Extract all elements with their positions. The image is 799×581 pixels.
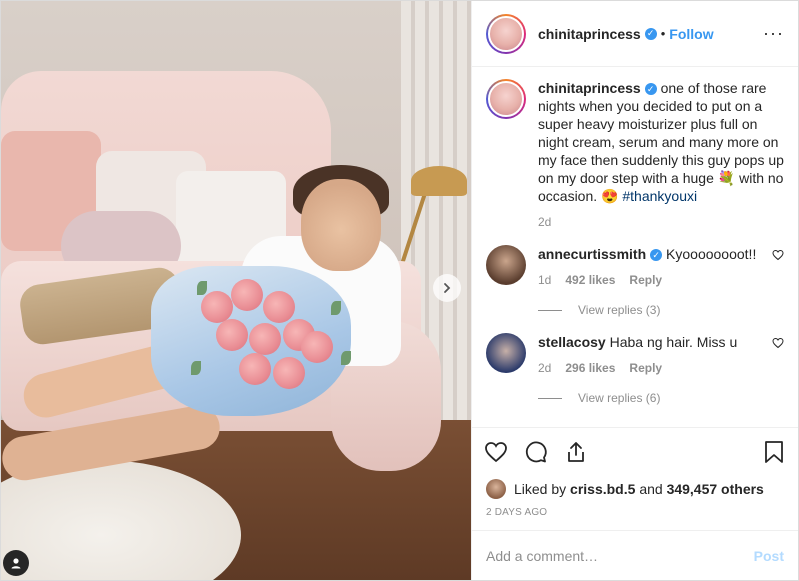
like-button[interactable] — [482, 438, 510, 466]
bouquet-emoji: 💐 — [717, 170, 736, 186]
likes-middle: and — [639, 481, 663, 497]
comment-time: 2d — [538, 361, 552, 375]
chevron-right-icon — [444, 283, 451, 293]
comment-text: Haba ng hair. Miss u — [609, 334, 738, 350]
reply-button[interactable]: Reply — [629, 271, 662, 289]
header-separator: • — [660, 26, 666, 41]
commenter-username[interactable]: stellacosy — [538, 334, 606, 350]
user-tag-icon — [11, 558, 21, 569]
photo-person-face — [301, 179, 381, 271]
view-replies-button[interactable]: View replies (6) — [578, 389, 660, 407]
save-button[interactable] — [760, 438, 788, 466]
photo-rose — [273, 357, 305, 389]
share-icon — [568, 441, 584, 462]
bookmark-icon — [765, 440, 783, 463]
photo-leaf — [341, 351, 351, 365]
caption-username[interactable]: chinitaprincess — [538, 80, 641, 96]
likes-prefix: Liked by — [514, 481, 567, 497]
view-replies-button[interactable]: View replies (3) — [578, 301, 660, 319]
caption: chinitaprincess ✓ one of those rare night… — [486, 79, 784, 231]
post-actions-bar — [472, 427, 798, 475]
comment-text: Kyoooooooot!! — [666, 246, 757, 262]
likes-count[interactable]: 349,457 others — [667, 481, 764, 497]
heart-icon — [485, 441, 507, 462]
post-side-panel: chinitaprincess ✓ • Follow ··· chinitapr… — [471, 1, 798, 580]
photo-leaf — [331, 301, 341, 315]
liker-avatar[interactable] — [486, 479, 506, 499]
comment-likes[interactable]: 492 likes — [565, 271, 615, 289]
post-photo[interactable] — [1, 1, 471, 580]
likes-summary: Liked by criss.bd.5 and 349,457 others — [472, 475, 798, 503]
comment-icon — [525, 441, 547, 462]
photo-rose — [301, 331, 333, 363]
photo-rose — [201, 291, 233, 323]
photo-leaf — [197, 281, 207, 295]
photo-rose — [263, 291, 295, 323]
photo-lamp — [411, 166, 467, 196]
more-options-icon[interactable]: ··· — [763, 23, 784, 44]
post-header: chinitaprincess ✓ • Follow ··· — [472, 1, 798, 67]
comment-likes[interactable]: 296 likes — [565, 359, 615, 377]
add-comment-bar: Post — [472, 530, 798, 580]
photo-leaf — [191, 361, 201, 375]
liker-username[interactable]: criss.bd.5 — [570, 481, 635, 497]
carousel-next-button[interactable] — [433, 274, 461, 302]
comment-item: annecurtissmith ✓ Kyoooooooot!! 1d 492 li… — [486, 245, 784, 319]
photo-rose — [249, 323, 281, 355]
heart-icon[interactable] — [772, 249, 784, 261]
commenter-avatar[interactable] — [486, 333, 526, 373]
post-comment-button[interactable]: Post — [754, 548, 784, 564]
commenter-avatar[interactable] — [486, 245, 526, 285]
post-timestamp[interactable]: 2 DAYS AGO — [472, 503, 798, 530]
caption-time: 2d — [538, 215, 552, 229]
comment-item: stellacosy Haba ng hair. Miss u 2d 296 l… — [486, 333, 784, 407]
photo-rose — [239, 353, 271, 385]
author-avatar[interactable] — [486, 13, 526, 54]
user-tag-button[interactable] — [3, 550, 29, 576]
comment-input[interactable] — [486, 547, 754, 564]
hashtag-link[interactable]: #thankyouxi — [622, 188, 697, 204]
share-button[interactable] — [562, 438, 590, 466]
follow-button[interactable]: Follow — [669, 26, 713, 42]
comment-button[interactable] — [522, 438, 550, 466]
reply-button[interactable]: Reply — [629, 359, 662, 377]
comments-list: chinitaprincess ✓ one of those rare night… — [472, 67, 798, 427]
heart-icon[interactable] — [772, 337, 784, 349]
heart-eyes-emoji: 😍 — [601, 188, 619, 204]
photo-rose — [231, 279, 263, 311]
commenter-username[interactable]: annecurtissmith — [538, 246, 646, 262]
instagram-post: chinitaprincess ✓ • Follow ··· chinitapr… — [0, 0, 799, 581]
caption-author-avatar[interactable] — [486, 79, 526, 119]
verified-badge-icon: ✓ — [644, 83, 657, 96]
verified-badge-icon: ✓ — [644, 27, 657, 40]
comment-time: 1d — [538, 273, 552, 287]
author-username[interactable]: chinitaprincess — [538, 26, 641, 42]
verified-badge-icon: ✓ — [650, 249, 663, 262]
photo-rose — [216, 319, 248, 351]
